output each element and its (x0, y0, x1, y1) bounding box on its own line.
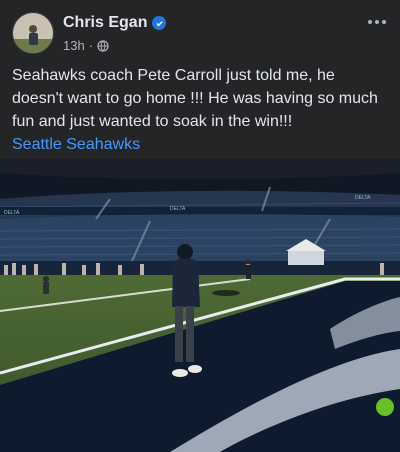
author-name[interactable]: Chris Egan (63, 14, 167, 32)
timestamp[interactable]: 13h (63, 38, 85, 53)
post-text: Seahawks coach Pete Carroll just told me… (12, 64, 388, 156)
avatar[interactable] (12, 12, 54, 54)
banner-left: DELTA (4, 210, 20, 216)
author-name-label: Chris Egan (63, 14, 148, 31)
globe-icon (97, 39, 109, 52)
post-header: Chris Egan 13h · (0, 0, 400, 60)
post-meta: 13h · (63, 38, 109, 53)
seattle-seahawks-link[interactable]: Seattle Seahawks (12, 133, 388, 156)
banner-right: DELTA (355, 195, 371, 201)
post-photo[interactable]: DELTA DELTA DELTA (0, 159, 400, 452)
post-body: Seahawks coach Pete Carroll just told me… (12, 67, 378, 130)
verified-badge-icon (152, 16, 167, 30)
more-options-icon[interactable] (364, 14, 390, 30)
separator-dot: · (88, 38, 94, 53)
facebook-post: Chris Egan 13h · Seahawks coach Pete Car… (0, 0, 400, 452)
banner-center: DELTA (170, 206, 186, 212)
